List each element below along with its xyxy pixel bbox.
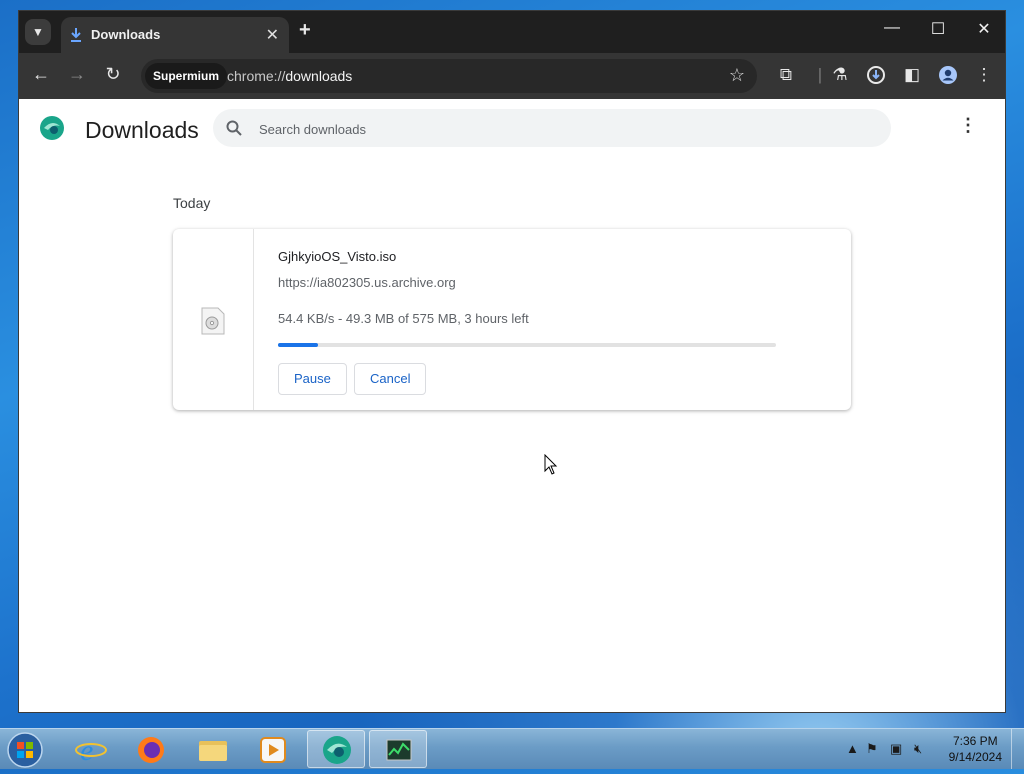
more-actions-icon[interactable]: ⋮ <box>959 115 977 136</box>
file-name-link[interactable]: GjhkyioOS_Visto.iso <box>278 249 396 264</box>
download-progress-bar <box>278 343 776 347</box>
tab-downloads[interactable]: Downloads ✕ <box>61 17 289 53</box>
download-ring-icon <box>867 66 885 84</box>
taskbar-firefox[interactable] <box>122 730 180 768</box>
profile-avatar[interactable] <box>937 65 959 90</box>
chevron-down-icon: ▼ <box>32 25 44 39</box>
labs-flask-icon[interactable]: ⚗ <box>829 65 851 85</box>
taskbar-media-player[interactable] <box>244 730 302 768</box>
supermium-logo-icon <box>40 116 64 140</box>
maximize-button[interactable]: ☐ <box>915 19 961 39</box>
action-center-flag-icon[interactable]: ⚑ <box>866 741 878 757</box>
url-scheme: chrome:// <box>227 68 286 84</box>
tab-title: Downloads <box>91 27 161 42</box>
date-group-label: Today <box>173 195 211 211</box>
toolbar-divider: | <box>817 65 823 84</box>
browser-toolbar: ← → ↻ Supermium chrome://downloads ☆ ⧉ |… <box>19 53 1005 99</box>
bookmark-star-icon[interactable]: ☆ <box>729 65 745 86</box>
browser-window: ▼ Downloads ✕ + — ☐ ✕ ← → ↻ Supermium ch… <box>18 10 1006 713</box>
taskbar-file-explorer[interactable] <box>184 730 242 768</box>
download-item: GjhkyioOS_Visto.iso https://ia802305.us.… <box>173 229 851 410</box>
close-window-button[interactable]: ✕ <box>961 19 1005 39</box>
media-player-icon <box>260 737 286 763</box>
internet-explorer-icon: e <box>75 734 107 767</box>
pause-button[interactable]: Pause <box>278 363 347 395</box>
show-hidden-icons[interactable]: ▲ <box>846 741 859 756</box>
task-manager-icon <box>386 739 412 761</box>
clock-time: 7:36 PM <box>952 734 998 748</box>
browser-menu-icon[interactable]: ⋮ <box>973 65 995 85</box>
svg-text:e: e <box>80 734 93 767</box>
clock-date: 9/14/2024 <box>948 750 1002 764</box>
url-text[interactable]: chrome://downloads <box>227 68 352 84</box>
title-bar: ▼ Downloads ✕ + — ☐ ✕ <box>19 11 1005 53</box>
disc-image-file-icon <box>201 307 225 335</box>
download-status-text: 54.4 KB/s - 49.3 MB of 575 MB, 3 hours l… <box>278 311 529 326</box>
search-box[interactable] <box>213 109 891 147</box>
network-icon[interactable]: ▣ <box>890 741 902 757</box>
mouse-pointer-icon <box>544 454 558 475</box>
side-panel-icon[interactable]: ◧ <box>901 65 923 85</box>
downloads-progress-icon[interactable] <box>865 65 887 90</box>
reload-button[interactable]: ↻ <box>101 64 125 85</box>
extensions-icon[interactable]: ⧉ <box>775 65 797 85</box>
downloads-page: Downloads ⋮ Today GjhkyioOS_Visto.iso ht… <box>19 99 1005 712</box>
taskbar: e ▲ ⚑ ▣ 🔇︎ 7:36 PM 9/14/2024 <box>0 728 1024 769</box>
person-icon <box>939 66 957 84</box>
back-button[interactable]: ← <box>29 64 53 85</box>
source-url-link[interactable]: https://ia802305.us.archive.org <box>278 275 456 290</box>
download-progress-fill <box>278 343 318 347</box>
browser-name-chip[interactable]: Supermium <box>145 63 228 89</box>
volume-muted-icon[interactable]: 🔇︎ <box>914 741 922 757</box>
search-icon <box>226 120 242 136</box>
taskbar-task-manager[interactable] <box>369 730 427 768</box>
url-host: downloads <box>285 68 353 84</box>
firefox-icon <box>138 737 164 763</box>
tab-search-button[interactable]: ▼ <box>25 19 51 45</box>
download-icon-column <box>173 229 254 410</box>
taskbar-internet-explorer[interactable]: e <box>62 730 120 768</box>
show-desktop-button[interactable] <box>1011 729 1024 769</box>
forward-button[interactable]: → <box>65 64 89 85</box>
supermium-icon <box>323 736 351 764</box>
cancel-button[interactable]: Cancel <box>354 363 427 395</box>
search-input[interactable] <box>257 118 861 140</box>
download-icon <box>71 28 81 42</box>
start-button[interactable] <box>6 731 44 769</box>
address-bar[interactable]: Supermium chrome://downloads ☆ <box>141 59 757 93</box>
folder-icon <box>199 741 227 761</box>
taskbar-supermium[interactable] <box>307 730 365 768</box>
system-clock[interactable]: 7:36 PM 9/14/2024 <box>949 733 1002 765</box>
new-tab-button[interactable]: + <box>299 19 311 42</box>
page-title: Downloads <box>85 117 199 143</box>
minimize-button[interactable]: — <box>869 19 915 37</box>
close-tab-icon[interactable]: ✕ <box>266 25 279 45</box>
